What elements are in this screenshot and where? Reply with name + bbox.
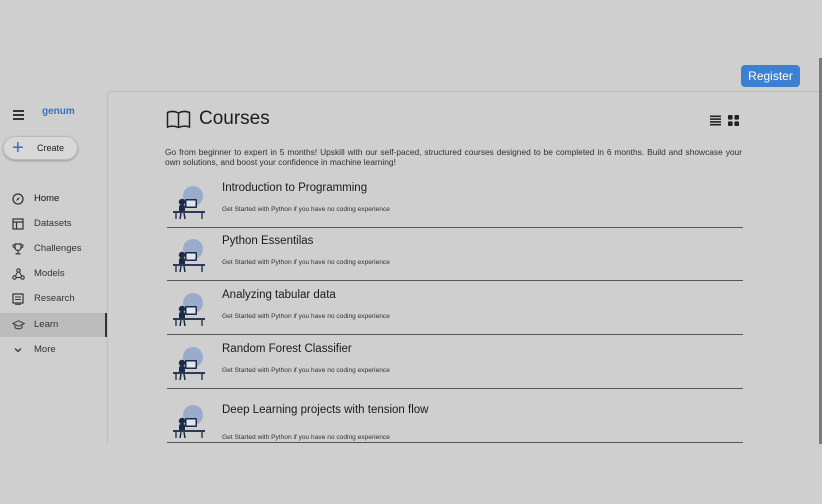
sidebar-item-label: Learn [34,319,59,330]
course-subtitle: Get Started with Python if you have no c… [222,259,390,266]
course-subtitle: Get Started with Python if you have no c… [222,434,390,441]
course-title: Random Forest Classifier [222,343,352,355]
course-item[interactable]: Python Essentilas Get Started with Pytho… [167,228,743,281]
create-label: Create [37,143,65,153]
course-title: Deep Learning projects with tension flow [222,404,429,416]
course-item[interactable]: Random Forest Classifier Get Started wit… [167,336,743,389]
hamburger-menu-icon[interactable] [13,110,24,120]
person-at-desk-illustration [170,345,208,386]
sidebar-item-label: Research [34,293,75,304]
course-title: Analyzing tabular data [222,289,336,301]
course-title: Python Essentilas [222,235,314,247]
compass-icon [11,192,25,206]
chevron-down-icon [11,343,25,357]
sidebar-item-research[interactable]: Research [0,287,107,311]
list-view-icon[interactable] [710,113,721,131]
course-title: Introduction to Programming [222,182,368,194]
sidebar-item-label: Datasets [34,218,72,229]
sidebar-item-more[interactable]: More [0,338,107,362]
sidebar-item-learn[interactable]: Learn [0,313,107,337]
graduation-cap-icon [11,318,25,332]
create-button[interactable]: + Create [3,136,78,160]
sidebar-item-label: Models [34,268,65,279]
register-button[interactable]: Register [741,65,800,87]
course-subtitle: Get Started with Python if you have no c… [222,206,390,213]
plus-icon: + [12,137,24,159]
sidebar-divider [107,92,108,444]
header-divider [108,91,822,92]
sidebar-item-label: Challenges [34,243,82,254]
trophy-icon [11,242,25,256]
grid-view-icon[interactable] [728,113,739,131]
course-item[interactable]: Deep Learning projects with tension flow… [167,390,743,443]
course-item[interactable]: Analyzing tabular data Get Started with … [167,282,743,335]
person-at-desk-illustration [170,237,208,278]
person-at-desk-illustration [170,184,208,225]
top-bar [0,0,822,92]
course-item[interactable]: Introduction to Programming Get Started … [167,175,743,228]
sidebar-item-datasets[interactable]: Datasets [0,212,107,236]
course-subtitle: Get Started with Python if you have no c… [222,313,390,320]
sidebar-item-home[interactable]: Home [0,187,107,211]
sidebar-item-label: Home [34,193,60,204]
page-title: Courses [199,108,270,129]
open-book-icon [166,110,191,134]
sidebar-item-challenges[interactable]: Challenges [0,237,107,261]
document-icon [11,292,25,306]
person-at-desk-illustration [170,403,208,444]
person-at-desk-illustration [170,291,208,332]
sidebar-item-label: More [34,344,56,355]
sidebar-item-models[interactable]: Models [0,262,107,286]
page-description: Go from beginner to expert in 5 months! … [165,147,742,167]
logo[interactable]: genum [42,106,75,117]
network-icon [11,267,25,281]
course-subtitle: Get Started with Python if you have no c… [222,367,390,374]
table-icon [11,217,25,231]
